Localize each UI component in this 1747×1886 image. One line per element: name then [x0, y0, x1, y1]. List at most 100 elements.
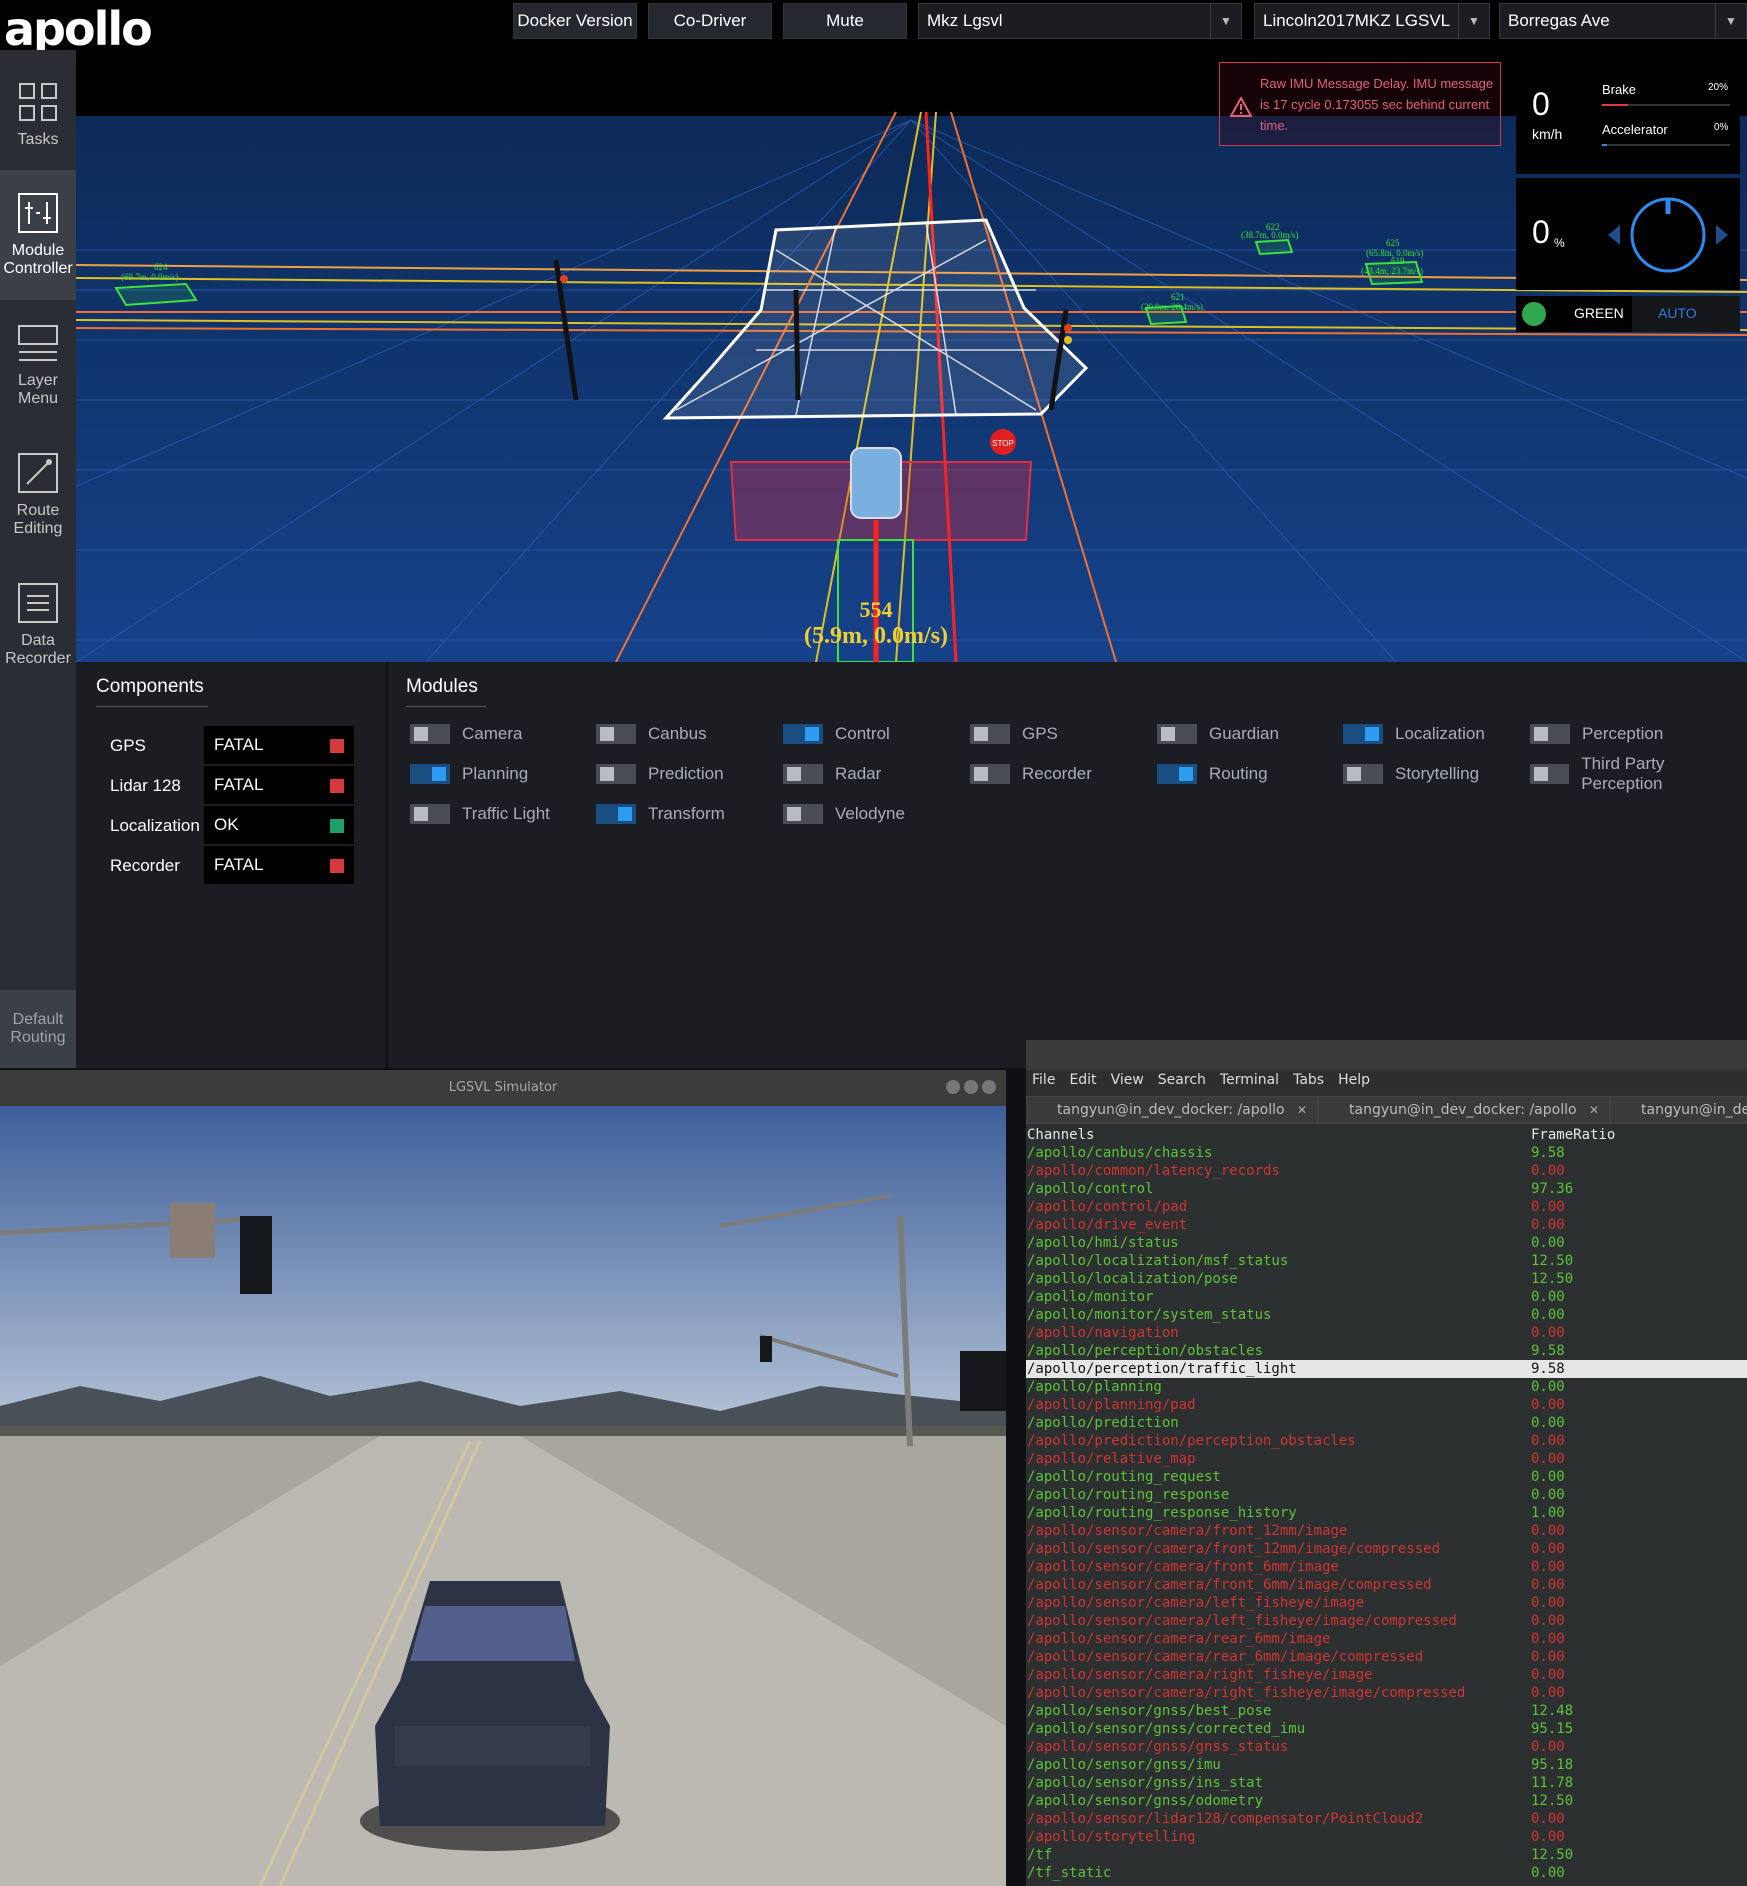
- terminal-menu-search[interactable]: Search: [1158, 1072, 1206, 1094]
- module-toggle-planning[interactable]: Planning: [410, 762, 528, 786]
- map-select[interactable]: Borregas Ave ▼: [1499, 3, 1747, 39]
- terminal-menu-view[interactable]: View: [1111, 1072, 1144, 1094]
- terminal-row[interactable]: /apollo/control 97.36: [1026, 1180, 1747, 1198]
- terminal-row[interactable]: /apollo/planning/pad 0.00: [1026, 1396, 1747, 1414]
- module-toggle-control[interactable]: Control: [783, 722, 890, 746]
- terminal-row[interactable]: /apollo/sensor/camera/left_fisheye/image…: [1026, 1612, 1747, 1630]
- terminal-row[interactable]: /apollo/sensor/gnss/best_pose 12.48: [1026, 1702, 1747, 1720]
- close-icon[interactable]: [982, 1080, 996, 1094]
- toggle-switch[interactable]: [783, 764, 823, 784]
- module-toggle-radar[interactable]: Radar: [783, 762, 881, 786]
- docker-version-button[interactable]: Docker Version: [513, 3, 637, 39]
- sidebar-item-module-controller[interactable]: Module Controller: [0, 170, 76, 300]
- terminal-row[interactable]: /apollo/prediction 0.00: [1026, 1414, 1747, 1432]
- terminal-row[interactable]: /apollo/sensor/camera/rear_6mm/image 0.00: [1026, 1630, 1747, 1648]
- mode-select[interactable]: Mkz Lgsvl ▼: [918, 3, 1242, 39]
- terminal-row[interactable]: /apollo/localization/msf_status 12.50: [1026, 1252, 1747, 1270]
- module-toggle-recorder[interactable]: Recorder: [970, 762, 1092, 786]
- terminal-row[interactable]: /apollo/monitor 0.00: [1026, 1288, 1747, 1306]
- module-toggle-guardian[interactable]: Guardian: [1157, 722, 1279, 746]
- terminal-tab[interactable]: tangyun@in_de: [1610, 1096, 1747, 1124]
- terminal-row[interactable]: /apollo/sensor/camera/front_6mm/image/co…: [1026, 1576, 1747, 1594]
- module-toggle-gps[interactable]: GPS: [970, 722, 1058, 746]
- terminal-menu-file[interactable]: File: [1032, 1072, 1055, 1094]
- terminal-row[interactable]: /apollo/sensor/gnss/ins_stat 11.78: [1026, 1774, 1747, 1792]
- toggle-switch[interactable]: [783, 724, 823, 744]
- toggle-switch[interactable]: [410, 764, 450, 784]
- terminal-row[interactable]: /apollo/sensor/camera/front_12mm/image/c…: [1026, 1540, 1747, 1558]
- terminal-row[interactable]: /tf_static 0.00: [1026, 1864, 1747, 1882]
- chevron-down-icon[interactable]: ▼: [1458, 4, 1489, 38]
- close-icon[interactable]: ✕: [1297, 1103, 1307, 1117]
- terminal-row[interactable]: /apollo/sensor/camera/right_fisheye/imag…: [1026, 1684, 1747, 1702]
- terminal-row[interactable]: /apollo/relative_map 0.00: [1026, 1450, 1747, 1468]
- terminal-row[interactable]: /apollo/hmi/status 0.00: [1026, 1234, 1747, 1252]
- terminal-row[interactable]: /apollo/planning 0.00: [1026, 1378, 1747, 1396]
- terminal-row[interactable]: /apollo/sensor/camera/front_12mm/image 0.…: [1026, 1522, 1747, 1540]
- toggle-switch[interactable]: [596, 804, 636, 824]
- terminal-row[interactable]: /apollo/routing_response_history 1.00: [1026, 1504, 1747, 1522]
- module-toggle-storytelling[interactable]: Storytelling: [1343, 762, 1479, 786]
- module-toggle-velodyne[interactable]: Velodyne: [783, 802, 905, 826]
- terminal-menu-terminal[interactable]: Terminal: [1220, 1072, 1279, 1094]
- minimize-icon[interactable]: [946, 1080, 960, 1094]
- toggle-switch[interactable]: [1343, 724, 1383, 744]
- terminal-row[interactable]: /apollo/control/pad 0.00: [1026, 1198, 1747, 1216]
- mute-button[interactable]: Mute: [783, 3, 907, 39]
- terminal-tab[interactable]: tangyun@in_dev_docker: /apollo ✕: [1026, 1096, 1318, 1124]
- module-toggle-prediction[interactable]: Prediction: [596, 762, 724, 786]
- toggle-switch[interactable]: [783, 804, 823, 824]
- driving-mode-box[interactable]: AUTO: [1632, 296, 1740, 332]
- chevron-down-icon[interactable]: ▼: [1210, 4, 1241, 38]
- terminal-row[interactable]: /apollo/localization/pose 12.50: [1026, 1270, 1747, 1288]
- close-icon[interactable]: ✕: [1589, 1103, 1599, 1117]
- terminal-row[interactable]: /apollo/sensor/gnss/odometry 12.50: [1026, 1792, 1747, 1810]
- terminal-row[interactable]: /apollo/sensor/camera/left_fisheye/image…: [1026, 1594, 1747, 1612]
- toggle-switch[interactable]: [596, 764, 636, 784]
- module-toggle-perception[interactable]: Perception: [1530, 722, 1663, 746]
- terminal-row[interactable]: /apollo/routing_request 0.00: [1026, 1468, 1747, 1486]
- terminal-row[interactable]: /apollo/sensor/lidar128/compensator/Poin…: [1026, 1810, 1747, 1828]
- chevron-down-icon[interactable]: ▼: [1715, 4, 1746, 38]
- toggle-switch[interactable]: [970, 724, 1010, 744]
- module-toggle-camera[interactable]: Camera: [410, 722, 522, 746]
- toggle-switch[interactable]: [410, 804, 450, 824]
- terminal-row[interactable]: /apollo/sensor/camera/front_6mm/image 0.0…: [1026, 1558, 1747, 1576]
- module-toggle-routing[interactable]: Routing: [1157, 762, 1268, 786]
- terminal-menu-help[interactable]: Help: [1338, 1072, 1370, 1094]
- co-driver-button[interactable]: Co-Driver: [648, 3, 772, 39]
- terminal-row[interactable]: /apollo/common/latency_records 0.00: [1026, 1162, 1747, 1180]
- toggle-switch[interactable]: [970, 764, 1010, 784]
- toggle-switch[interactable]: [1530, 764, 1570, 784]
- toggle-switch[interactable]: [596, 724, 636, 744]
- terminal-menu-tabs[interactable]: Tabs: [1293, 1072, 1324, 1094]
- terminal-row[interactable]: /tf 12.50: [1026, 1846, 1747, 1864]
- simulator-view[interactable]: [0, 1106, 1006, 1886]
- terminal-row[interactable]: /apollo/navigation 0.00: [1026, 1324, 1747, 1342]
- terminal-row[interactable]: /apollo/prediction/perception_obstacles 0…: [1026, 1432, 1747, 1450]
- terminal-row[interactable]: /apollo/canbus/chassis 9.58: [1026, 1144, 1747, 1162]
- maximize-icon[interactable]: [964, 1080, 978, 1094]
- toggle-switch[interactable]: [1530, 724, 1570, 744]
- default-routing-button[interactable]: Default Routing: [0, 990, 76, 1068]
- terminal-row[interactable]: /apollo/sensor/camera/right_fisheye/imag…: [1026, 1666, 1747, 1684]
- module-toggle-traffic-light[interactable]: Traffic Light: [410, 802, 550, 826]
- terminal-row[interactable]: /apollo/sensor/gnss/corrected_imu 95.15: [1026, 1720, 1747, 1738]
- terminal-row[interactable]: /apollo/sensor/gnss/gnss_status 0.00: [1026, 1738, 1747, 1756]
- toggle-switch[interactable]: [1157, 764, 1197, 784]
- terminal-row[interactable]: /apollo/monitor/system_status 0.00: [1026, 1306, 1747, 1324]
- terminal-row[interactable]: /apollo/storytelling 0.00: [1026, 1828, 1747, 1846]
- module-toggle-localization[interactable]: Localization: [1343, 722, 1485, 746]
- terminal-row[interactable]: /apollo/routing_response 0.00: [1026, 1486, 1747, 1504]
- toggle-switch[interactable]: [1343, 764, 1383, 784]
- toggle-switch[interactable]: [410, 724, 450, 744]
- terminal-row[interactable]: /apollo/sensor/camera/rear_6mm/image/com…: [1026, 1648, 1747, 1666]
- terminal-row[interactable]: /apollo/perception/traffic_light 9.58: [1026, 1360, 1747, 1378]
- sidebar-item-route-editing[interactable]: Route Editing: [0, 430, 76, 560]
- terminal-tab[interactable]: tangyun@in_dev_docker: /apollo ✕: [1318, 1096, 1610, 1124]
- module-toggle-transform[interactable]: Transform: [596, 802, 725, 826]
- sidebar-item-tasks[interactable]: Tasks: [0, 50, 76, 180]
- terminal-menu-edit[interactable]: Edit: [1069, 1072, 1096, 1094]
- terminal-row[interactable]: /apollo/perception/obstacles 9.58: [1026, 1342, 1747, 1360]
- vehicle-select[interactable]: Lincoln2017MKZ LGSVL ▼: [1254, 3, 1490, 39]
